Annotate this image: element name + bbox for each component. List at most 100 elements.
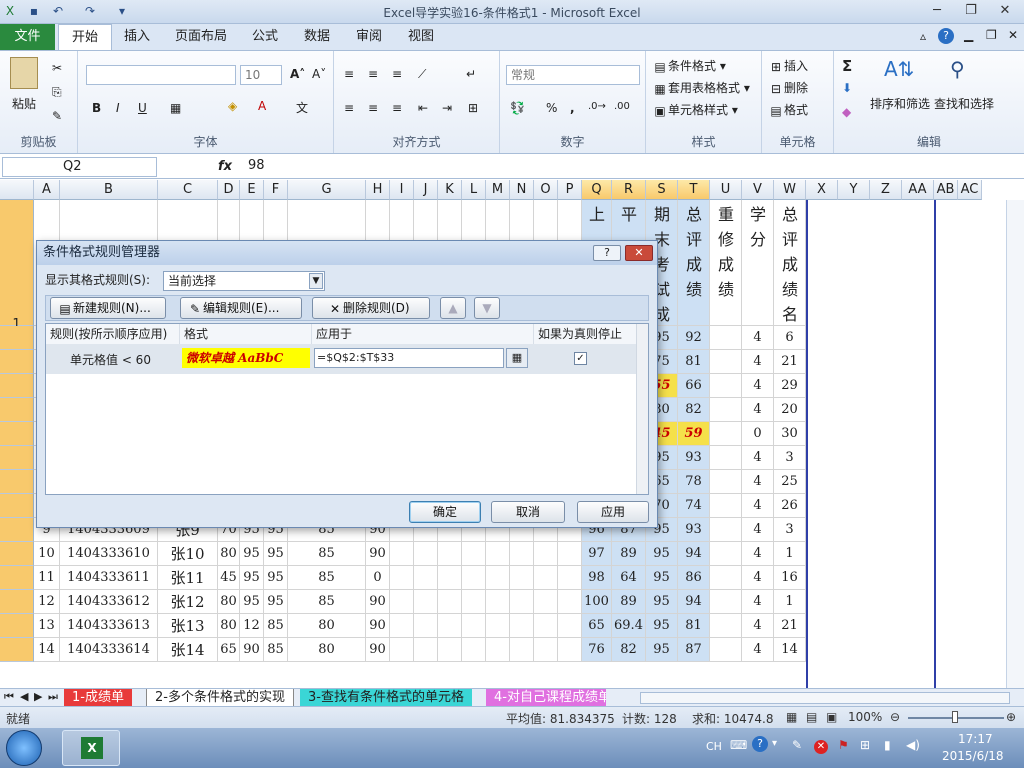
cell-v2[interactable]: 4	[742, 326, 774, 350]
cell-v13[interactable]: 4	[742, 590, 774, 614]
row-header-10[interactable]	[0, 518, 34, 542]
italic-button[interactable]: I	[116, 101, 120, 115]
align-top-icon[interactable]: ≡	[344, 67, 354, 81]
prev-sheet-icon[interactable]: ◀	[20, 690, 28, 703]
cell-e11[interactable]: 95	[240, 542, 264, 566]
font-color-icon[interactable]: A	[258, 99, 266, 113]
paste-icon[interactable]	[10, 57, 38, 89]
cell-l15[interactable]	[462, 638, 486, 662]
cell-b14[interactable]: 1404333613	[60, 614, 158, 638]
cell-g13[interactable]: 85	[288, 590, 366, 614]
column-header-o[interactable]: O	[534, 180, 558, 200]
name-box[interactable]: Q2	[2, 157, 157, 177]
cell-w4[interactable]: 29	[774, 374, 806, 398]
cell-u7[interactable]	[710, 446, 742, 470]
cell-o13[interactable]	[534, 590, 558, 614]
cell-w6[interactable]: 30	[774, 422, 806, 446]
cell-i15[interactable]	[390, 638, 414, 662]
cell-s14[interactable]: 95	[646, 614, 678, 638]
cell-h13[interactable]: 90	[366, 590, 390, 614]
merge-center-icon[interactable]: ⊞	[468, 101, 478, 115]
delete-cells-button[interactable]: ⊟ 删除	[768, 79, 808, 97]
cell-v10[interactable]: 4	[742, 518, 774, 542]
cell-j14[interactable]	[414, 614, 438, 638]
column-header-w[interactable]: W	[774, 180, 806, 200]
cell-j15[interactable]	[414, 638, 438, 662]
cell-e15[interactable]: 90	[240, 638, 264, 662]
minimize-button[interactable]: ─	[924, 2, 950, 20]
cancel-button[interactable]: 取消	[491, 501, 565, 523]
orientation-icon[interactable]: ⟋	[418, 67, 426, 82]
cell-u15[interactable]	[710, 638, 742, 662]
cell-u3[interactable]	[710, 350, 742, 374]
cell-k15[interactable]	[438, 638, 462, 662]
first-sheet-icon[interactable]: ⏮	[4, 690, 14, 704]
sheet-tab-2[interactable]: 2-多个条件格式的实现	[146, 689, 294, 707]
cell-h12[interactable]: 0	[366, 566, 390, 590]
row-header-3[interactable]	[0, 350, 34, 374]
row-header-9[interactable]	[0, 494, 34, 518]
zoom-slider-handle[interactable]	[952, 711, 958, 723]
cell-l13[interactable]	[462, 590, 486, 614]
start-button[interactable]	[6, 730, 42, 766]
cell-u4[interactable]	[710, 374, 742, 398]
cell-c11[interactable]: 张10	[158, 542, 218, 566]
doc-close-icon[interactable]: ✕	[1008, 28, 1018, 42]
row-header-11[interactable]	[0, 542, 34, 566]
column-header-e[interactable]: E	[240, 180, 264, 200]
doc-min-icon[interactable]: ▁	[964, 28, 973, 42]
tab-formulas[interactable]: 公式	[244, 24, 286, 50]
cell-u5[interactable]	[710, 398, 742, 422]
cell-b11[interactable]: 1404333610	[60, 542, 158, 566]
tab-review[interactable]: 审阅	[348, 24, 390, 50]
currency-icon[interactable]: 💱	[510, 101, 525, 115]
cell-t5[interactable]: 82	[678, 398, 710, 422]
cell-t11[interactable]: 94	[678, 542, 710, 566]
cell-w14[interactable]: 21	[774, 614, 806, 638]
cell-h11[interactable]: 90	[366, 542, 390, 566]
zoom-out-icon[interactable]: ⊖	[890, 710, 900, 724]
cell-w3[interactable]: 21	[774, 350, 806, 374]
zoom-level[interactable]: 100%	[848, 710, 882, 724]
cell-k12[interactable]	[438, 566, 462, 590]
row-header-2[interactable]	[0, 326, 34, 350]
cell-n11[interactable]	[510, 542, 534, 566]
cell-a15[interactable]: 14	[34, 638, 60, 662]
decrease-indent-icon[interactable]: ⇤	[418, 101, 428, 115]
row-header-7[interactable]	[0, 446, 34, 470]
cell-p12[interactable]	[558, 566, 582, 590]
tray-network-icon[interactable]: ▮	[884, 738, 891, 752]
phonetic-icon[interactable]: 文	[296, 99, 308, 116]
number-format-select[interactable]: 常规	[506, 65, 640, 85]
row-header-4[interactable]	[0, 374, 34, 398]
cell-u8[interactable]	[710, 470, 742, 494]
font-size-select[interactable]: 10	[240, 65, 282, 85]
cell-t8[interactable]: 78	[678, 470, 710, 494]
sheet-tab-3[interactable]: 3-查找有条件格式的单元格	[300, 689, 472, 707]
cell-u14[interactable]	[710, 614, 742, 638]
tray-windows-icon[interactable]: ⊞	[860, 738, 870, 752]
cell-b13[interactable]: 1404333612	[60, 590, 158, 614]
tab-data[interactable]: 数据	[296, 24, 338, 50]
help-icon[interactable]: ?	[938, 28, 954, 44]
column-header-aa[interactable]: AA	[902, 180, 934, 200]
cell-p15[interactable]	[558, 638, 582, 662]
cell-j12[interactable]	[414, 566, 438, 590]
cell-n12[interactable]	[510, 566, 534, 590]
cell-w2[interactable]: 6	[774, 326, 806, 350]
cell-g12[interactable]: 85	[288, 566, 366, 590]
cell-o15[interactable]	[534, 638, 558, 662]
shrink-font-icon[interactable]: A˅	[312, 67, 326, 81]
column-header-l[interactable]: L	[462, 180, 486, 200]
cell-v11[interactable]: 4	[742, 542, 774, 566]
row-header-13[interactable]	[0, 590, 34, 614]
column-header-y[interactable]: Y	[838, 180, 870, 200]
cell-s12[interactable]: 95	[646, 566, 678, 590]
column-header-t[interactable]: T	[678, 180, 710, 200]
align-bottom-icon[interactable]: ≡	[392, 67, 402, 81]
row-header-8[interactable]	[0, 470, 34, 494]
cell-i11[interactable]	[390, 542, 414, 566]
paste-button[interactable]: 粘贴	[12, 95, 36, 112]
tray-flag-icon[interactable]: ⚑	[838, 738, 849, 752]
tab-view[interactable]: 视图	[400, 24, 442, 50]
